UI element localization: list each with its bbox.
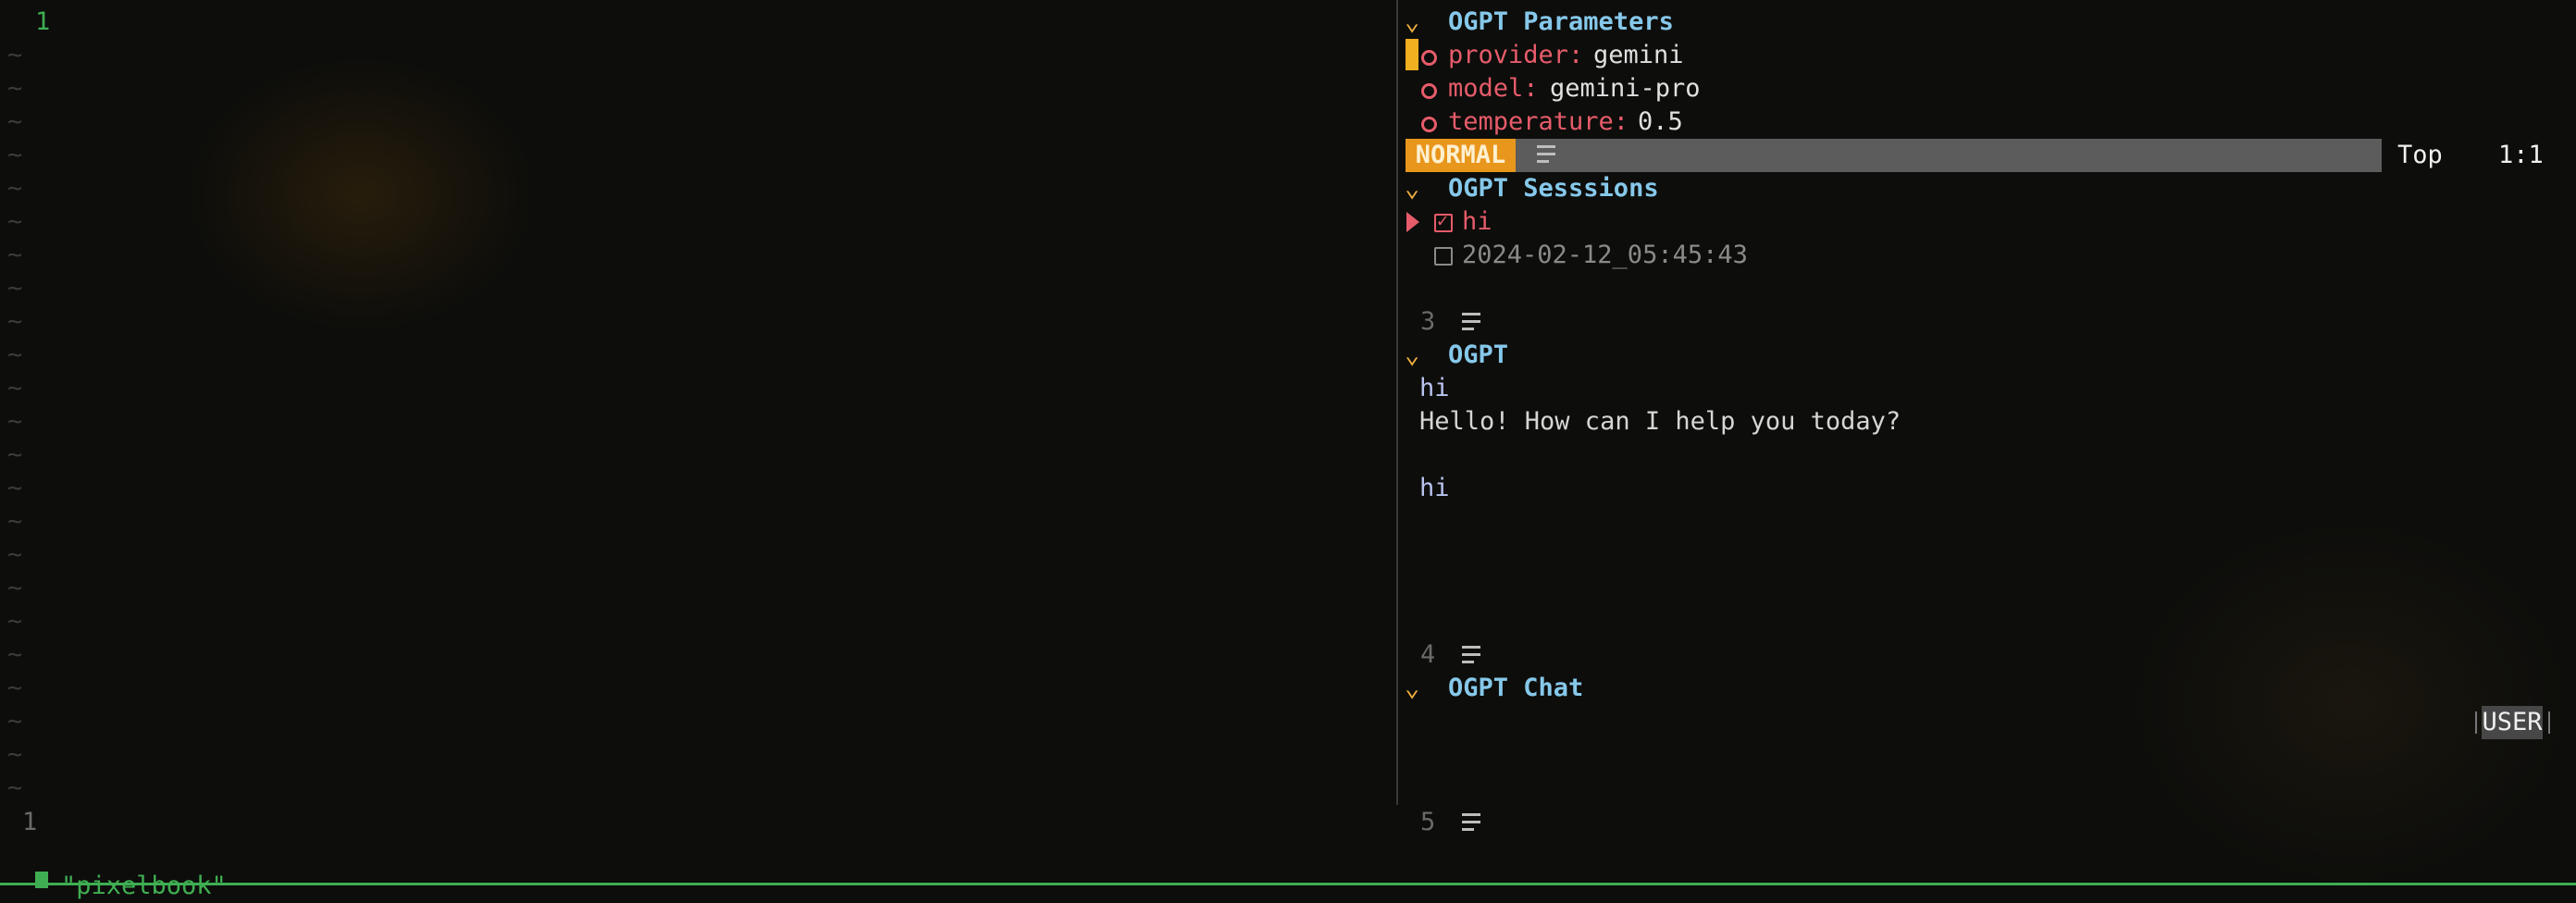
empty-line-tilde: ~	[7, 241, 23, 269]
empty-line-tilde: ~	[7, 773, 23, 802]
ogpt-user-message: hi	[1419, 474, 1450, 502]
sessions-title: OGPT Sesssions	[1448, 174, 1659, 203]
session-checkbox-unchecked[interactable]	[1434, 247, 1453, 266]
ogpt-assistant-message: Hello! How can I help you today?	[1419, 407, 1901, 436]
text-cursor	[1406, 39, 1418, 70]
empty-line-tilde: ~	[7, 540, 23, 569]
statusline-cursor: 1:1	[2498, 141, 2544, 169]
empty-line-tilde: ~	[7, 374, 23, 402]
params-title: OGPT Parameters	[1448, 7, 1674, 36]
chat-input-area[interactable]	[1406, 705, 2471, 798]
param-temperature-key: temperature:	[1448, 107, 1629, 136]
buffer-lines-icon	[1462, 813, 1480, 835]
param-provider-key: provider:	[1448, 41, 1584, 69]
empty-line-tilde: ~	[7, 141, 23, 169]
param-temperature-value[interactable]: 0.5	[1638, 105, 1683, 139]
cmdline-text[interactable]: "pixelbook"	[61, 870, 227, 903]
role-separator-right	[2548, 711, 2550, 734]
statusline-position: Top	[2397, 141, 2443, 169]
mode-indicator: NORMAL	[1406, 139, 1516, 172]
background-glow-right	[2128, 518, 2572, 888]
background-leaf-glow	[185, 56, 537, 333]
session-checkbox-checked[interactable]: ✓	[1434, 209, 1453, 232]
param-model-key: model:	[1448, 74, 1539, 103]
ogpt-title: OGPT	[1448, 340, 1509, 369]
bottom-border	[0, 883, 2576, 885]
empty-line-tilde: ~	[7, 574, 23, 602]
buffer-lines-icon	[1462, 313, 1480, 335]
empty-line-tilde: ~	[7, 340, 23, 369]
current-session-arrow-icon	[1406, 212, 1419, 232]
buffer-lines-icon	[1462, 646, 1480, 668]
param-model-value[interactable]: gemini-pro	[1550, 72, 1701, 105]
param-bullet-icon	[1421, 50, 1437, 66]
buffer-lines-icon	[1537, 145, 1555, 167]
role-separator-left	[2475, 711, 2477, 734]
param-provider-value[interactable]: gemini	[1593, 39, 1684, 72]
chat-title: OGPT Chat	[1448, 674, 1584, 702]
cmdline-cursor	[35, 872, 48, 888]
empty-line-tilde: ~	[7, 174, 23, 203]
empty-line-tilde: ~	[7, 274, 23, 303]
empty-line-tilde: ~	[7, 740, 23, 769]
left-bottom-line-number: 1	[22, 808, 38, 836]
param-bullet-icon	[1421, 117, 1437, 132]
ogpt-user-message: hi	[1419, 374, 1450, 402]
winbar-3-number: 3	[1420, 307, 1436, 336]
empty-line-tilde: ~	[7, 41, 23, 69]
left-line-number: 1	[35, 7, 51, 36]
vertical-split-divider[interactable]	[1396, 0, 1398, 805]
empty-line-tilde: ~	[7, 674, 23, 702]
ogpt-chevron-icon[interactable]: ⌄	[1405, 339, 1419, 372]
empty-line-tilde: ~	[7, 474, 23, 502]
empty-line-tilde: ~	[7, 440, 23, 469]
empty-line-tilde: ~	[7, 507, 23, 536]
param-bullet-icon	[1421, 83, 1437, 99]
winbar-5-number: 5	[1420, 808, 1436, 836]
session-item-hi[interactable]: hi	[1462, 205, 1492, 239]
empty-line-tilde: ~	[7, 640, 23, 669]
empty-line-tilde: ~	[7, 74, 23, 103]
sessions-chevron-icon[interactable]: ⌄	[1405, 172, 1419, 205]
chat-chevron-icon[interactable]: ⌄	[1405, 672, 1419, 705]
empty-line-tilde: ~	[7, 707, 23, 736]
chat-role-badge[interactable]: USER	[2482, 706, 2543, 739]
params-chevron-icon[interactable]: ⌄	[1405, 6, 1419, 39]
empty-line-tilde: ~	[7, 207, 23, 236]
winbar-4-number: 4	[1420, 640, 1436, 669]
empty-line-tilde: ~	[7, 307, 23, 336]
empty-line-tilde: ~	[7, 607, 23, 636]
empty-line-tilde: ~	[7, 107, 23, 136]
session-item-date[interactable]: 2024-02-12_05:45:43	[1462, 239, 1748, 272]
empty-line-tilde: ~	[7, 407, 23, 436]
